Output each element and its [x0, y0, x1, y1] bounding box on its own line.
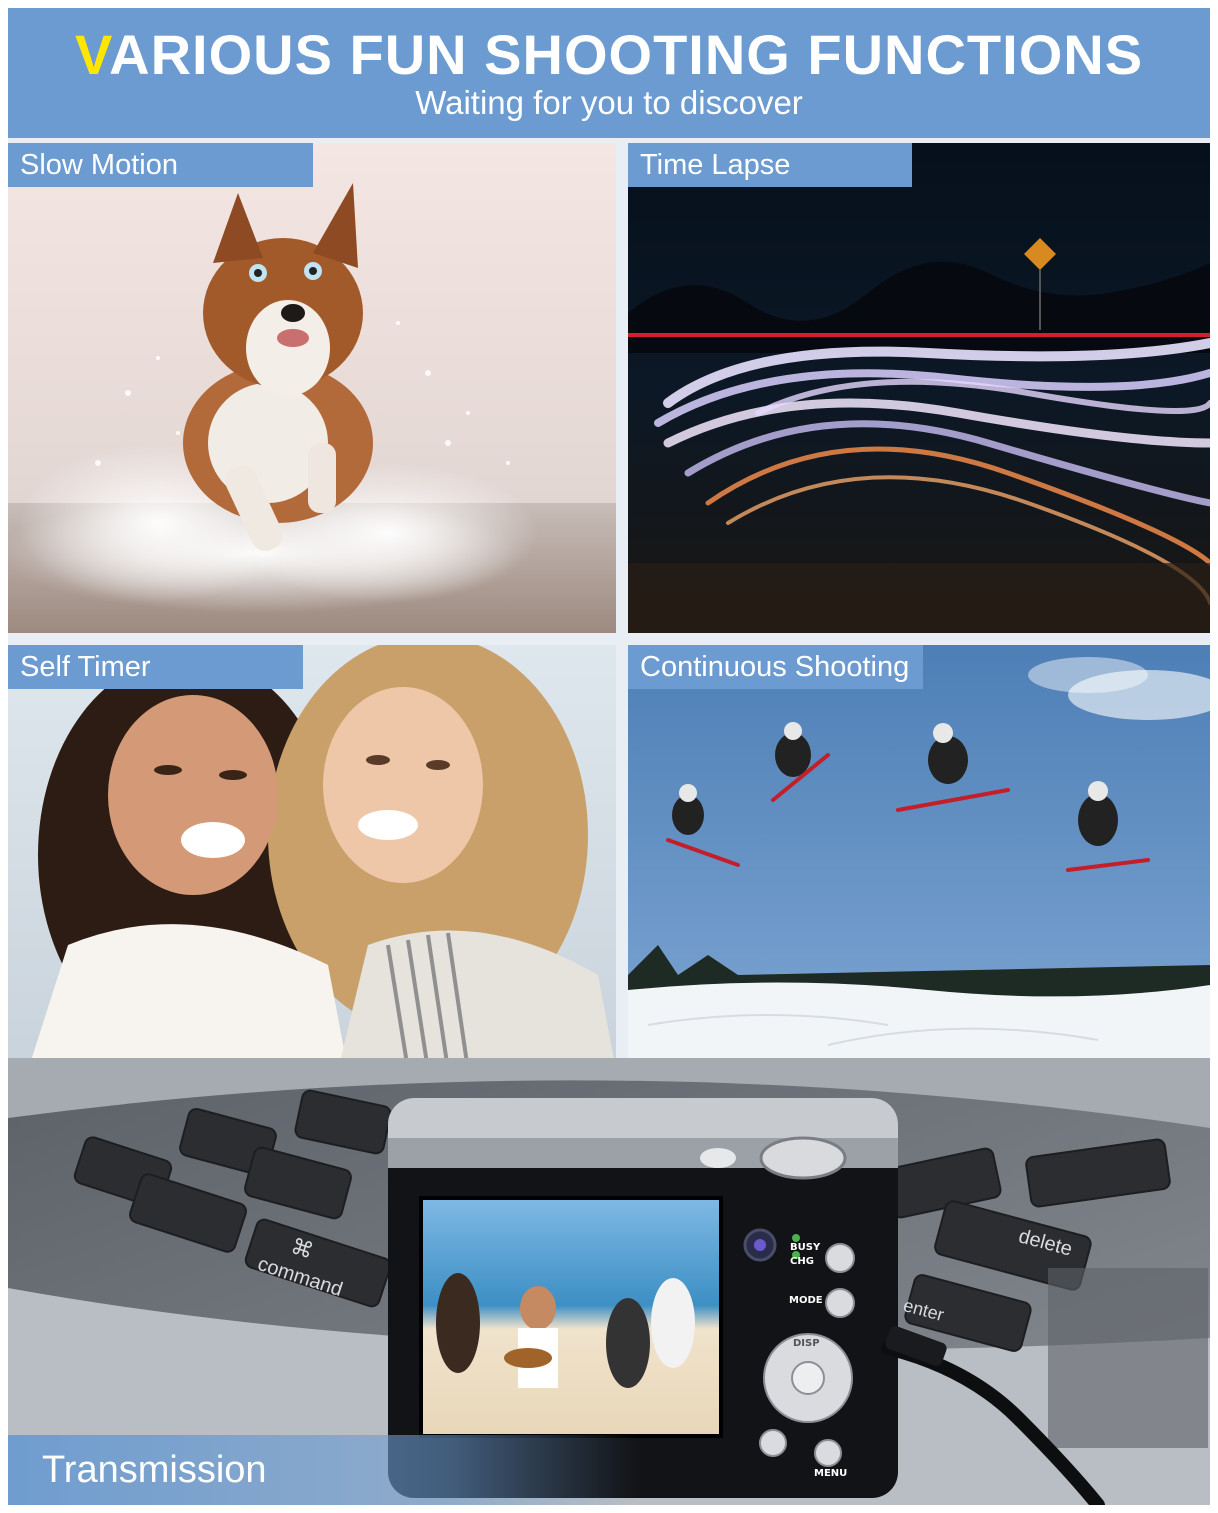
panel-slow-motion: Slow Motion [8, 143, 616, 633]
two-women-selfie-photo [8, 645, 616, 1070]
night-light-trails-photo [628, 143, 1210, 633]
panel-transmission: command ⌘ delete enter BUSY CHG MODE DIS… [8, 1058, 1210, 1505]
dog-running-water-photo [8, 143, 616, 633]
camera-disp-label: DISP [793, 1338, 820, 1349]
time-lapse-label: Time Lapse [628, 143, 912, 187]
camera-menu-label: MENU [814, 1468, 848, 1479]
camera-chg-label: CHG [790, 1256, 814, 1267]
product-image: VARIOUS FUN SHOOTING FUNCTIONS Waiting f… [8, 8, 1210, 1505]
page-subtitle: Waiting for you to discover [415, 84, 803, 121]
title-accent-letter: V [74, 23, 110, 86]
panel-self-timer: Self Timer [8, 645, 616, 1070]
transmission-label: Transmission [8, 1435, 638, 1505]
continuous-shooting-label: Continuous Shooting [628, 645, 923, 689]
skier-jump-sequence-photo [628, 645, 1210, 1070]
header-banner: VARIOUS FUN SHOOTING FUNCTIONS Waiting f… [8, 8, 1210, 138]
panel-continuous-shooting: Continuous Shooting [628, 645, 1210, 1070]
title-text: ARIOUS FUN SHOOTING FUNCTIONS [109, 23, 1144, 86]
camera-mode-label: MODE [789, 1295, 823, 1306]
page-title: VARIOUS FUN SHOOTING FUNCTIONS [8, 22, 1210, 87]
self-timer-label: Self Timer [8, 645, 303, 689]
camera-busy-label: BUSY [790, 1242, 821, 1253]
panel-time-lapse: Time Lapse [628, 143, 1210, 633]
slow-motion-label: Slow Motion [8, 143, 313, 187]
